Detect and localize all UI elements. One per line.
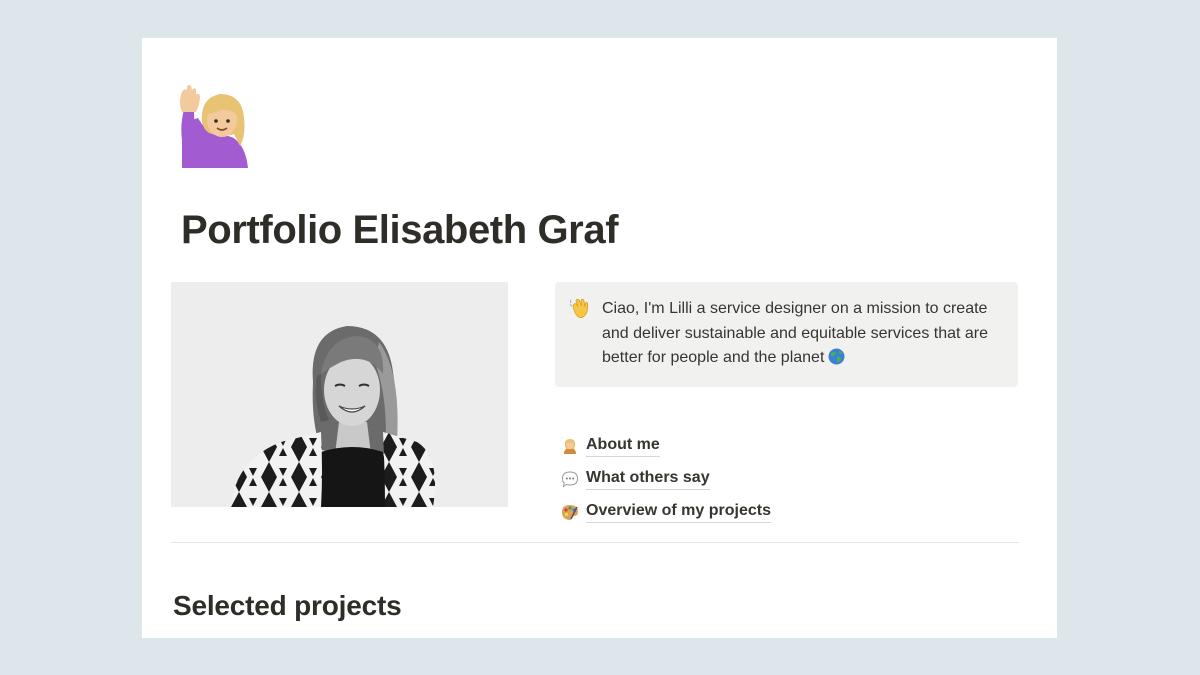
intro-callout: Ciao, I'm Lilli a service designer on a …: [555, 282, 1018, 387]
link-label[interactable]: Overview of my projects: [586, 501, 771, 523]
link-overview-projects[interactable]: Overview of my projects: [560, 495, 771, 528]
globe-icon: [828, 348, 845, 374]
link-label[interactable]: About me: [586, 435, 660, 457]
waving-hand-icon: [569, 298, 591, 326]
woman-raising-hand-icon[interactable]: [176, 84, 256, 168]
page-title: Portfolio Elisabeth Graf: [181, 208, 619, 252]
notion-page: Portfolio Elisabeth Graf Ciao, I'm Lilli…: [142, 38, 1057, 638]
person-icon: [560, 436, 580, 456]
palette-icon: [560, 502, 580, 522]
link-label[interactable]: What others say: [586, 468, 710, 490]
link-about-me[interactable]: About me: [560, 429, 771, 462]
page-links: About me What others say Overview of my …: [560, 429, 771, 528]
speech-bubble-icon: [560, 469, 580, 489]
callout-text: Ciao, I'm Lilli a service designer on a …: [602, 297, 1007, 374]
profile-photo: [171, 282, 508, 507]
link-what-others-say[interactable]: What others say: [560, 462, 771, 495]
callout-message: Ciao, I'm Lilli a service designer on a …: [602, 300, 989, 366]
section-heading: Selected projects: [173, 590, 402, 621]
divider: [171, 542, 1019, 543]
